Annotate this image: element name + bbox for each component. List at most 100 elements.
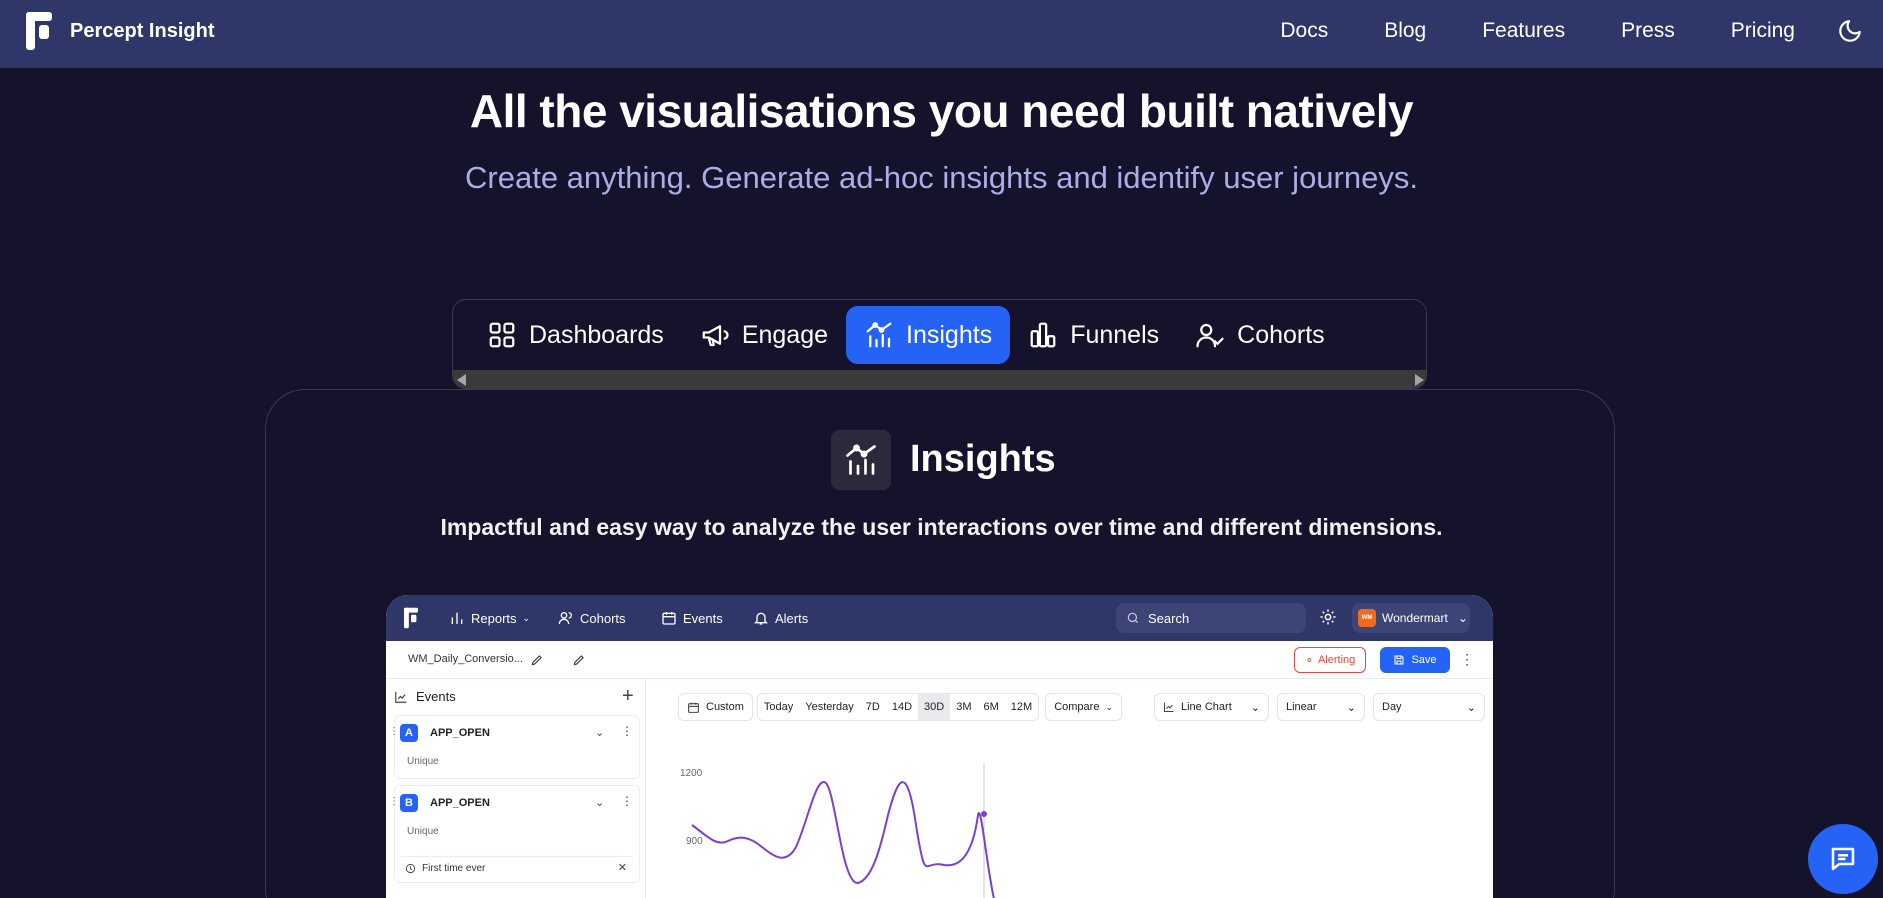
nav-link-blog[interactable]: Blog <box>1384 19 1426 43</box>
app-nav-reports[interactable]: Reports ⌄ <box>449 595 530 641</box>
nav-link-docs[interactable]: Docs <box>1280 19 1328 43</box>
tab-funnels[interactable]: Funnels <box>1010 306 1177 364</box>
events-label: Events <box>683 610 723 626</box>
save-icon <box>1394 655 1404 665</box>
app-nav-cohorts[interactable]: Cohorts <box>558 595 626 641</box>
compare-label: Compare <box>1054 701 1100 713</box>
range-today[interactable]: Today <box>758 694 799 720</box>
brand[interactable]: Percept Insight <box>26 12 214 50</box>
range-30d[interactable]: 30D <box>918 694 951 720</box>
save-label: Save <box>1411 654 1437 666</box>
tab-engage[interactable]: Engage <box>682 306 846 364</box>
calendar-icon <box>688 702 699 713</box>
bar-chart-icon <box>1030 322 1056 348</box>
event-letter: B <box>400 794 418 812</box>
chart-type-label: Line Chart <box>1181 701 1232 713</box>
event-card-b[interactable]: ⋮ B APP_OPEN ⌄ ⋮ Unique First time ever … <box>389 785 640 883</box>
range-6m[interactable]: 6M <box>978 694 1005 720</box>
more-icon[interactable]: ⋮ <box>621 794 633 808</box>
alerting-button[interactable]: ⚬ Alerting <box>1294 647 1366 673</box>
range-7d[interactable]: 7D <box>860 694 886 720</box>
event-filter[interactable]: First time ever ✕ <box>401 856 633 880</box>
nav-link-features[interactable]: Features <box>1482 19 1565 43</box>
bell-icon: ⚬ <box>1304 654 1314 667</box>
alerts-label: Alerts <box>775 610 809 626</box>
chevron-down-icon[interactable]: ⌄ <box>595 796 604 809</box>
more-icon[interactable]: ⋮ <box>621 724 633 738</box>
app-nav-alerts[interactable]: Alerts <box>753 595 808 641</box>
add-event-icon[interactable]: + <box>622 685 634 708</box>
range-14d[interactable]: 14D <box>886 694 918 720</box>
gear-icon[interactable] <box>1319 608 1337 626</box>
clock-icon <box>405 863 416 874</box>
app-logo-icon <box>404 607 418 629</box>
drag-handle-icon[interactable]: ⋮ <box>389 796 399 807</box>
event-card-a[interactable]: ⋮ A APP_OPEN ⌄ ⋮ Unique <box>389 715 640 779</box>
hover-point[interactable] <box>981 811 987 817</box>
scale-label: Linear <box>1286 701 1317 713</box>
chevron-down-icon[interactable]: ⌄ <box>595 726 604 739</box>
close-icon[interactable]: ✕ <box>618 861 627 874</box>
scale-dropdown[interactable]: Linear ⌄ <box>1277 693 1365 721</box>
nav-link-pricing[interactable]: Pricing <box>1731 19 1795 43</box>
interval-label: Day <box>1382 701 1402 713</box>
grid-icon <box>489 322 515 348</box>
line-chart[interactable]: 1200 900 <box>666 755 1466 898</box>
custom-range-button[interactable]: Custom <box>678 693 753 721</box>
event-letter: A <box>400 724 418 742</box>
org-badge: WM <box>1358 609 1376 627</box>
insights-icon <box>866 322 892 348</box>
feature-tab-bar: Dashboards Engage Insights Funnels Cohor… <box>452 299 1427 389</box>
user-check-icon <box>1196 323 1224 348</box>
event-name: APP_OPEN <box>430 797 490 809</box>
reports-label: Reports <box>471 610 517 626</box>
scroll-left-icon[interactable] <box>457 374 466 386</box>
app-search-input[interactable]: Search <box>1116 603 1306 633</box>
pencil-icon[interactable] <box>572 653 586 667</box>
report-toolbar: WM_Daily_Conversio... ⚬ Alerting Save ⋮ <box>386 641 1493 679</box>
save-button[interactable]: Save <box>1380 647 1450 673</box>
feature-title: Insights <box>910 438 1056 480</box>
search-icon <box>1127 612 1139 624</box>
range-12m[interactable]: 12M <box>1005 694 1038 720</box>
tab-cohorts-label: Cohorts <box>1237 320 1325 349</box>
top-navbar: Percept Insight Docs Blog Features Press… <box>0 0 1883 68</box>
tab-cohorts[interactable]: Cohorts <box>1177 306 1343 364</box>
date-range-selector: Today Yesterday 7D 14D 30D 3M 6M 12M <box>756 693 1040 721</box>
range-yesterday[interactable]: Yesterday <box>799 694 860 720</box>
chevron-down-icon: ⌄ <box>1250 701 1260 714</box>
y-tick-900: 900 <box>686 836 703 847</box>
scroll-right-icon[interactable] <box>1415 374 1424 386</box>
chat-widget-button[interactable] <box>1808 824 1878 894</box>
interval-dropdown[interactable]: Day ⌄ <box>1373 693 1485 721</box>
chevron-down-icon: ⌄ <box>1466 701 1476 714</box>
tab-insights[interactable]: Insights <box>846 306 1011 364</box>
calendar-icon <box>662 612 676 625</box>
range-3m[interactable]: 3M <box>950 694 977 720</box>
tab-dashboards[interactable]: Dashboards <box>469 306 682 364</box>
pencil-icon[interactable] <box>530 653 544 667</box>
chevron-down-icon: ⌄ <box>1105 701 1113 712</box>
more-icon[interactable]: ⋮ <box>1460 651 1474 668</box>
app-navbar: Reports ⌄ Cohorts Events Alerts Search WM… <box>386 595 1493 641</box>
drag-handle-icon[interactable]: ⋮ <box>389 726 399 737</box>
tab-funnels-label: Funnels <box>1070 320 1160 349</box>
users-icon <box>558 612 572 625</box>
custom-label: Custom <box>706 701 744 713</box>
feature-icon-box <box>831 430 891 490</box>
hero-title: All the visualisations you need built na… <box>469 85 1414 137</box>
compare-dropdown[interactable]: Compare ⌄ <box>1045 693 1122 721</box>
line-chart-icon <box>1164 702 1174 712</box>
chevron-down-icon: ⌄ <box>1457 611 1468 625</box>
y-tick-1200: 1200 <box>680 768 703 779</box>
cohorts-label: Cohorts <box>580 610 626 626</box>
tab-scrollbar[interactable] <box>453 370 1426 388</box>
bell-icon <box>754 612 768 625</box>
moon-icon[interactable] <box>1837 18 1863 44</box>
app-nav-events[interactable]: Events <box>661 595 723 641</box>
report-name: WM_Daily_Conversio... <box>408 653 523 665</box>
chart-type-dropdown[interactable]: Line Chart ⌄ <box>1154 693 1269 721</box>
chart-controls: Custom Today Yesterday 7D 14D 30D 3M 6M … <box>678 693 1485 721</box>
nav-link-press[interactable]: Press <box>1621 19 1675 43</box>
org-switcher[interactable]: WM Wondermart ⌄ <box>1352 603 1470 633</box>
